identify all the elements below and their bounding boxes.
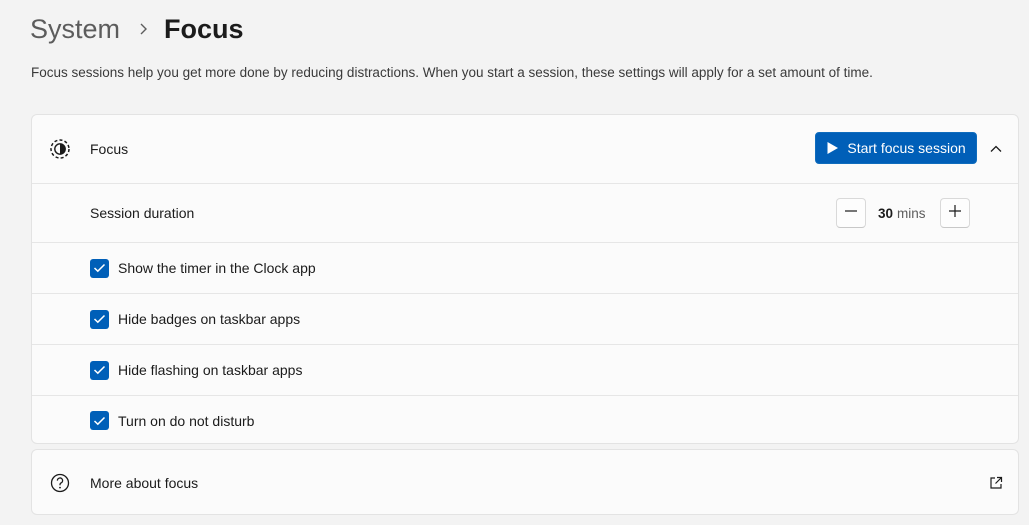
chevron-right-icon [138,22,148,36]
play-icon [826,141,839,155]
checkmark-icon [93,263,106,273]
hide-badges-label[interactable]: Hide badges on taskbar apps [118,311,300,327]
checkmark-icon [93,365,106,375]
option-row-hide-badges: Hide badges on taskbar apps [32,293,1018,344]
session-duration-row: Session duration 30 mins [32,183,1018,242]
option-row-do-not-disturb: Turn on do not disturb [32,395,1018,443]
focus-card: Focus Start focus session Session durati… [31,114,1019,444]
help-icon [48,471,72,495]
start-focus-session-button[interactable]: Start focus session [815,132,977,164]
show-timer-checkbox[interactable] [90,258,109,278]
session-duration-label: Session duration [90,205,195,221]
collapse-button[interactable] [982,135,1010,163]
chevron-up-icon [990,140,1002,158]
hide-flashing-checkbox[interactable] [90,360,109,380]
duration-number: 30 [878,206,894,221]
duration-unit: mins [897,206,926,221]
start-focus-session-label: Start focus session [847,140,966,156]
increase-duration-button[interactable] [940,198,970,228]
page-title: Focus [164,13,244,44]
breadcrumb: System Focus [30,10,244,48]
focus-icon [48,137,72,161]
checkmark-icon [93,416,106,425]
focus-header-row[interactable]: Focus Start focus session [32,115,1018,183]
minus-icon [844,204,858,223]
do-not-disturb-label[interactable]: Turn on do not disturb [118,413,254,429]
checkmark-icon [93,314,106,324]
external-link-icon[interactable] [987,474,1005,492]
option-row-show-timer: Show the timer in the Clock app [32,242,1018,293]
plus-icon [948,204,962,223]
breadcrumb-parent-system[interactable]: System [30,14,120,45]
do-not-disturb-checkbox[interactable] [90,411,109,430]
option-row-hide-flashing: Hide flashing on taskbar apps [32,344,1018,395]
more-about-focus-card[interactable]: More about focus [31,449,1019,515]
hide-flashing-label[interactable]: Hide flashing on taskbar apps [118,362,302,378]
more-about-focus-label: More about focus [90,475,199,491]
session-duration-value: 30 mins [878,206,926,221]
decrease-duration-button[interactable] [836,198,866,228]
more-about-focus-row[interactable]: More about focus [32,450,1018,514]
focus-title: Focus [90,141,129,157]
hide-badges-checkbox[interactable] [90,309,109,329]
page-description: Focus sessions help you get more done by… [31,65,873,80]
show-timer-label[interactable]: Show the timer in the Clock app [118,260,316,276]
